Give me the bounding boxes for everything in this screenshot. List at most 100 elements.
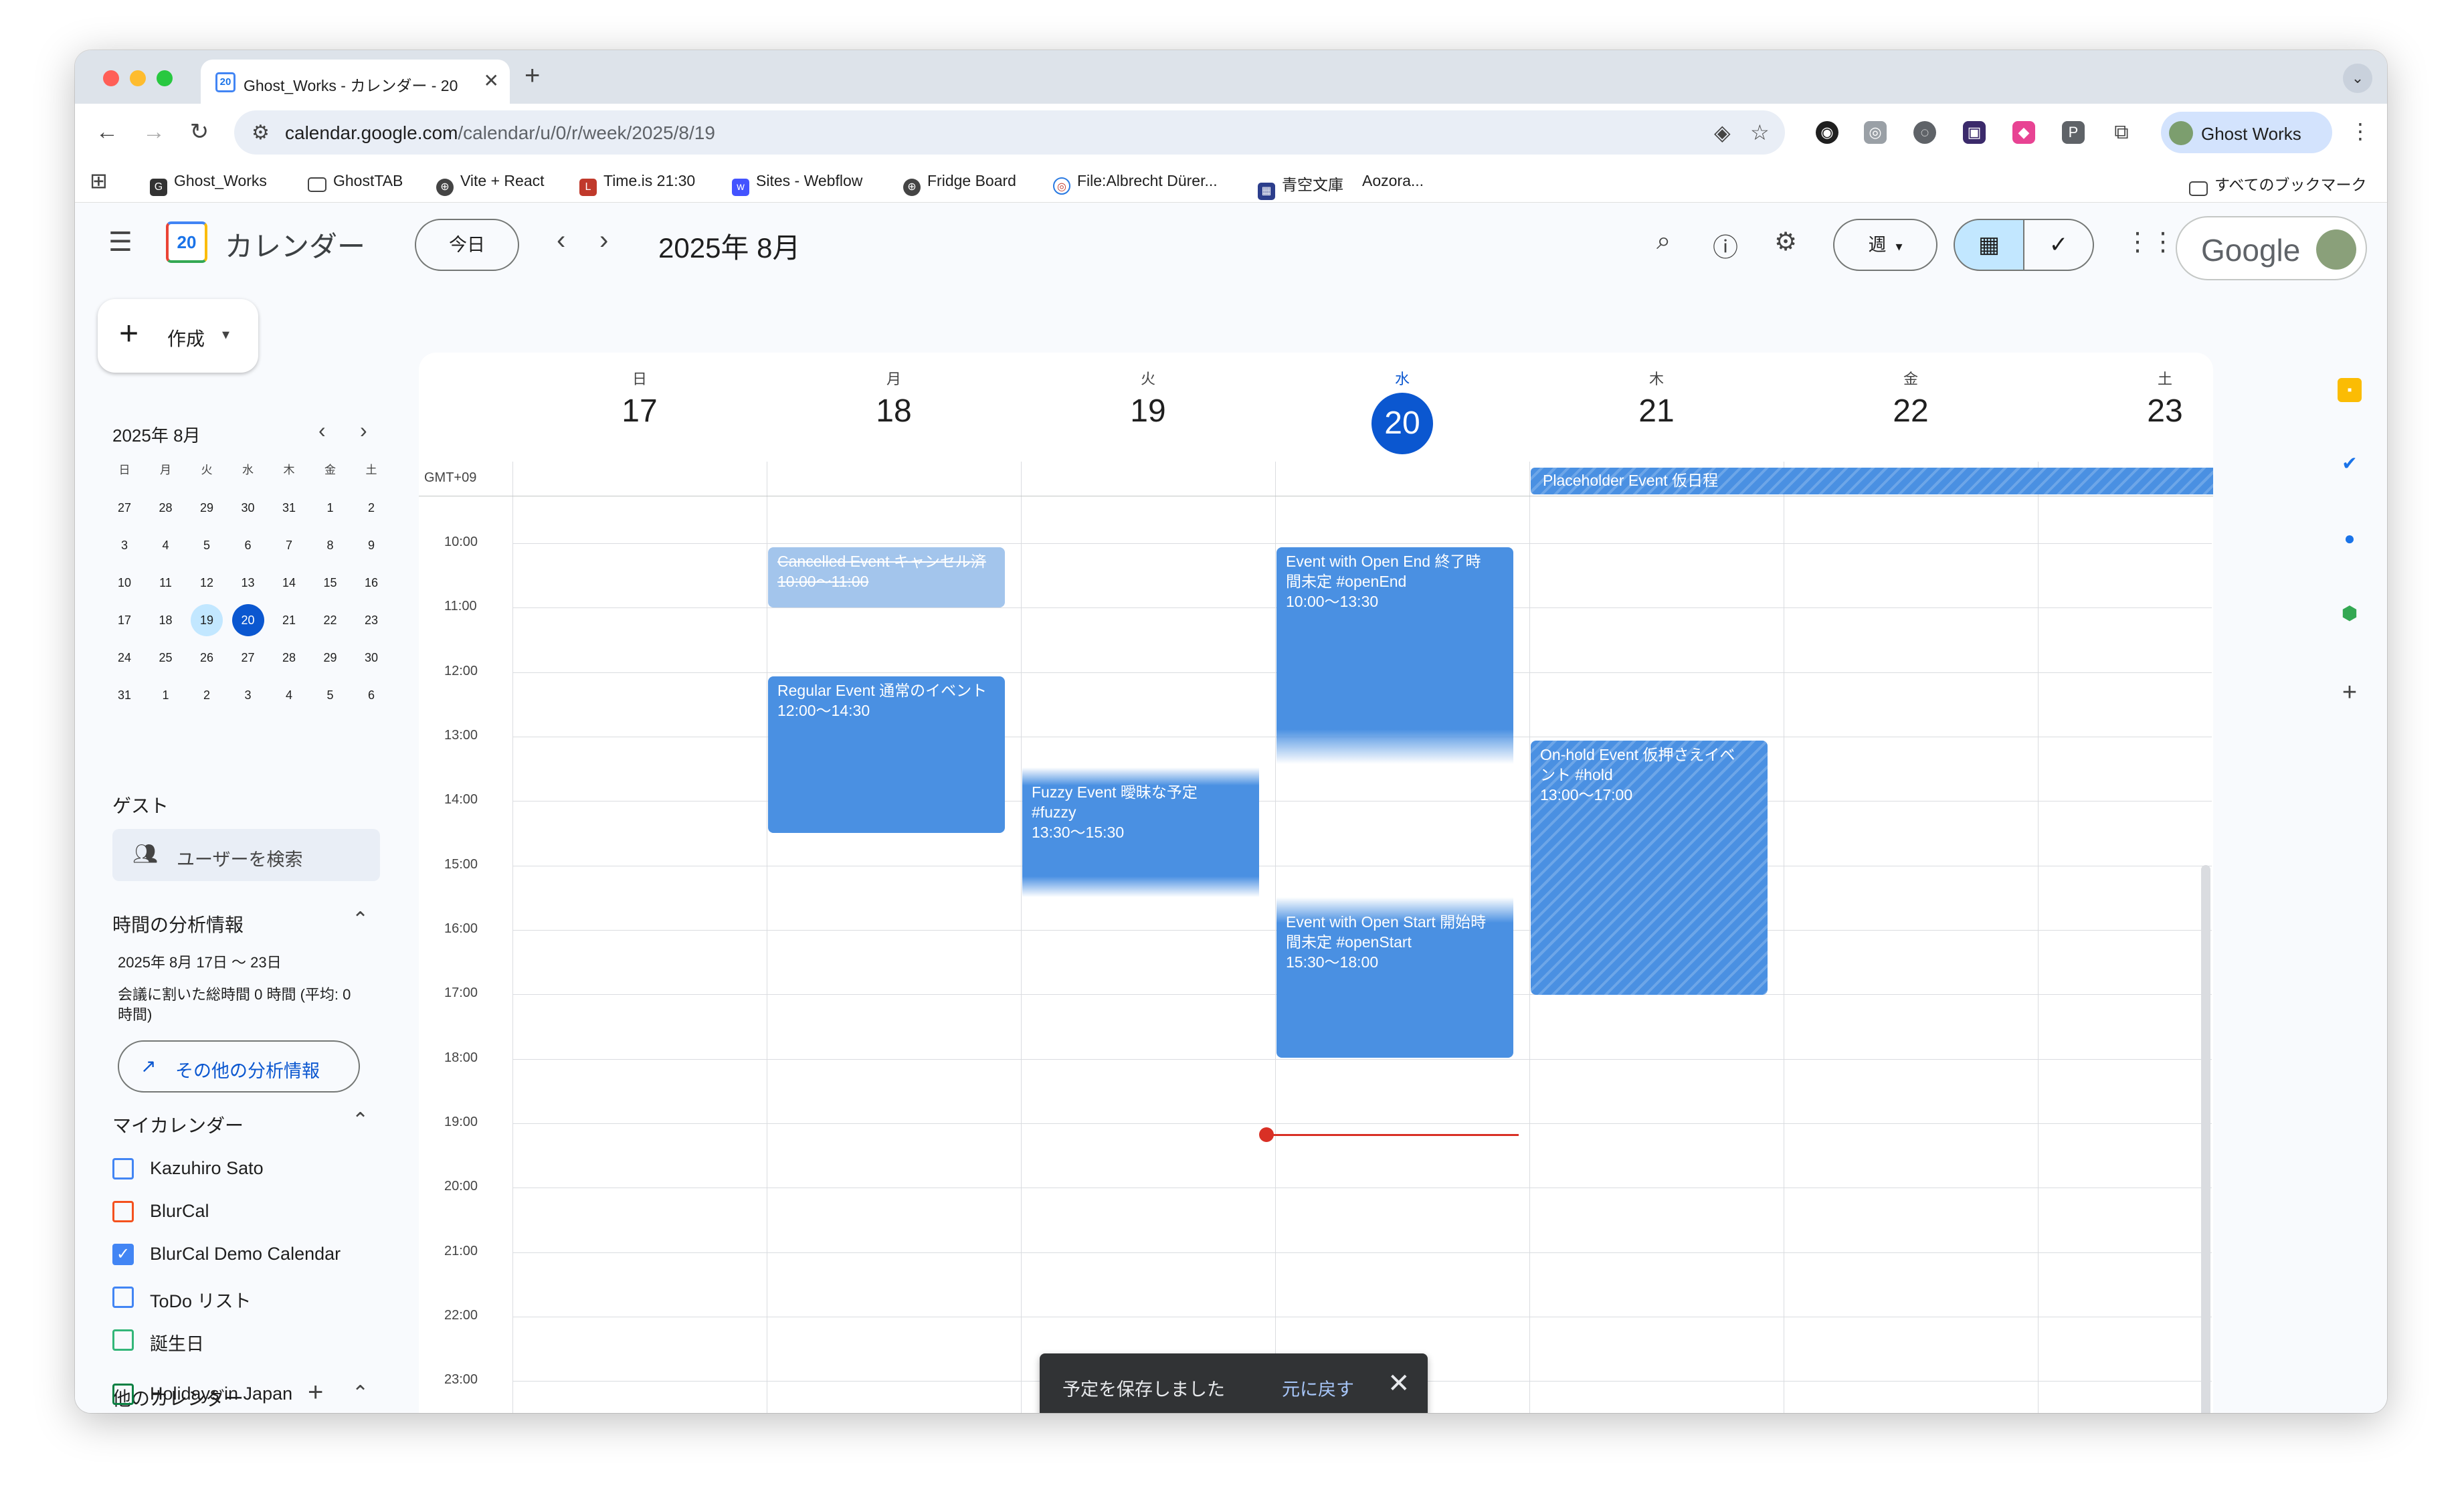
mini-day[interactable]: 30 xyxy=(232,492,264,524)
mini-day[interactable]: 22 xyxy=(314,604,347,636)
mini-day[interactable]: 12 xyxy=(191,567,223,599)
mini-day[interactable]: 1 xyxy=(150,679,182,711)
snackbar-undo-button[interactable]: 元に戻す xyxy=(1282,1375,1354,1401)
cancelled-event[interactable]: Cancelled Event キャンセル済 10:00～11:00 xyxy=(768,547,1005,607)
mini-day[interactable]: 2 xyxy=(191,679,223,711)
mini-day[interactable]: 3 xyxy=(232,679,264,711)
open-end-event[interactable]: Event with Open End 終了時 間未定 #openEnd 10:… xyxy=(1276,547,1513,764)
bookmark-aozora-bunko[interactable]: ▦ 青空文庫 xyxy=(1258,172,1343,200)
mini-day[interactable]: 31 xyxy=(108,679,140,711)
lens-icon[interactable]: ◈ xyxy=(1714,120,1731,145)
mini-day[interactable]: 14 xyxy=(273,567,305,599)
next-week-icon[interactable]: › xyxy=(599,225,608,256)
account-chip[interactable]: Google xyxy=(2176,216,2367,280)
create-button[interactable]: + 作成 ▾ xyxy=(98,299,258,373)
mini-day[interactable]: 5 xyxy=(191,529,223,561)
on-hold-event[interactable]: On-hold Event 仮押さえイベ ント #hold 13:00～17:0… xyxy=(1531,741,1768,995)
mini-day[interactable]: 27 xyxy=(232,642,264,674)
guest-search-input[interactable]: 👥︎ ユーザーを検索 xyxy=(112,829,380,881)
mini-day[interactable]: 17 xyxy=(108,604,140,636)
mini-day[interactable]: 24 xyxy=(108,642,140,674)
calendar-checkbox[interactable] xyxy=(112,1287,134,1308)
forward-icon[interactable]: → xyxy=(136,114,171,149)
tasks-view-toggle-icon[interactable]: ✓ xyxy=(2023,219,2094,271)
mini-day[interactable]: 3 xyxy=(108,529,140,561)
fuzzy-event[interactable]: Fuzzy Event 曖昧な予定 #fuzzy 13:30～15:30 xyxy=(1022,767,1259,897)
address-bar[interactable]: ⚙ calendar.google.com/calendar/u/0/r/wee… xyxy=(234,110,1785,155)
back-icon[interactable]: ← xyxy=(90,114,124,149)
collapse-other-calendars-icon[interactable]: ⌃ xyxy=(352,1382,369,1405)
mini-day-today[interactable]: 20 xyxy=(231,604,264,636)
collapse-my-calendars-icon[interactable]: ⌃ xyxy=(352,1109,369,1132)
bookmark-fridge-board[interactable]: ⊕ Fridge Board xyxy=(903,172,1016,196)
mini-day[interactable]: 16 xyxy=(355,567,387,599)
mini-day[interactable]: 1 xyxy=(314,492,347,524)
day-number[interactable]: 17 xyxy=(512,393,767,430)
bookmark-time-is[interactable]: L Time.is 21:30 xyxy=(579,172,695,196)
url-text[interactable]: calendar.google.com/calendar/u/0/r/week/… xyxy=(285,122,715,144)
mini-day[interactable]: 29 xyxy=(314,642,347,674)
mini-day[interactable]: 7 xyxy=(273,529,305,561)
apps-grid-icon[interactable]: ⊞ xyxy=(90,168,108,193)
mini-day[interactable]: 21 xyxy=(273,604,305,636)
mini-day-selected[interactable]: 19 xyxy=(191,604,223,636)
mini-day[interactable]: 18 xyxy=(150,604,182,636)
extensions-puzzle-icon[interactable]: ⧉ xyxy=(2110,121,2133,144)
mini-day[interactable]: 9 xyxy=(355,529,387,561)
mini-day[interactable]: 15 xyxy=(314,567,347,599)
collapse-analytics-icon[interactable]: ⌃ xyxy=(352,908,369,931)
mini-day[interactable]: 10 xyxy=(108,567,140,599)
ghost-extension-icon[interactable]: ◉ xyxy=(1816,121,1838,144)
mini-day[interactable]: 29 xyxy=(191,492,223,524)
account-avatar[interactable] xyxy=(2316,229,2356,270)
mini-day[interactable]: 6 xyxy=(355,679,387,711)
profile-chip[interactable]: Ghost Works xyxy=(2161,112,2332,153)
search-icon[interactable]: ⌕ xyxy=(1656,227,1671,256)
minimize-window-button[interactable] xyxy=(130,70,146,86)
mini-day[interactable]: 2 xyxy=(355,492,387,524)
day-number[interactable]: 21 xyxy=(1529,393,1784,430)
mini-day[interactable]: 31 xyxy=(273,492,305,524)
mini-day[interactable]: 4 xyxy=(150,529,182,561)
bookmark-ghosttab[interactable]: GhostTAB xyxy=(308,172,403,192)
mini-day[interactable]: 6 xyxy=(232,529,264,561)
calendar-checkbox[interactable] xyxy=(112,1201,134,1222)
mini-day[interactable]: 11 xyxy=(150,567,182,599)
maps-icon[interactable]: ⬢ xyxy=(2338,601,2362,626)
mini-day[interactable]: 25 xyxy=(150,642,182,674)
site-settings-icon[interactable]: ⚙ xyxy=(252,121,270,145)
tasks-icon[interactable]: ✔ xyxy=(2338,452,2362,476)
tab-close-icon[interactable]: ✕ xyxy=(484,69,499,93)
portrait-extension-icon[interactable]: ▣ xyxy=(1963,121,1986,144)
new-tab-icon[interactable]: + xyxy=(525,61,540,91)
add-other-calendar-icon[interactable]: + xyxy=(308,1378,323,1408)
calendar-checkbox[interactable] xyxy=(112,1158,134,1179)
view-selector[interactable]: 週 ▾ xyxy=(1833,219,1937,271)
calendar-checkbox-checked[interactable]: ✓ xyxy=(112,1244,134,1265)
calendar-checkbox[interactable] xyxy=(112,1384,134,1405)
day-number[interactable]: 23 xyxy=(2038,393,2213,430)
calendar-checkbox[interactable] xyxy=(112,1329,134,1351)
more-analytics-button[interactable]: ↗ その他の分析情報 xyxy=(118,1040,360,1093)
all-bookmarks[interactable]: すべてのブックマーク xyxy=(2189,172,2366,196)
google-apps-icon[interactable]: ⋮⋮ xyxy=(2125,227,2176,257)
reload-icon[interactable]: ↻ xyxy=(182,114,217,149)
tab-search-chevron-icon[interactable]: ⌄ xyxy=(2343,64,2372,93)
bookmark-webflow[interactable]: w Sites - Webflow xyxy=(732,172,862,196)
mini-day[interactable]: 5 xyxy=(314,679,347,711)
mini-day[interactable]: 4 xyxy=(273,679,305,711)
bookmark-vite-react[interactable]: ⊕ Vite + React xyxy=(436,172,545,196)
camera-extension-icon[interactable]: ◎ xyxy=(1864,121,1887,144)
browser-tab[interactable]: 20 Ghost_Works - カレンダー - 2025 ✕ xyxy=(201,60,510,104)
bookmark-albrecht-durer[interactable]: ◎ File:Albrecht Dürer... xyxy=(1053,172,1218,195)
close-window-button[interactable] xyxy=(103,70,119,86)
previous-week-icon[interactable]: ‹ xyxy=(557,225,565,256)
mini-prev-month-icon[interactable]: ‹ xyxy=(318,418,326,443)
settings-gear-icon[interactable]: ⚙ xyxy=(1774,227,1797,257)
regular-event[interactable]: Regular Event 通常のイベント 12:00～14:30 xyxy=(768,676,1005,833)
mini-day[interactable]: 13 xyxy=(232,567,264,599)
browser-menu-icon[interactable]: ⋮ xyxy=(2350,118,2371,144)
pink-extension-icon[interactable]: ◆ xyxy=(2012,121,2035,144)
bookmark-ghost-works[interactable]: G Ghost_Works xyxy=(150,172,267,196)
bookmark-star-icon[interactable]: ☆ xyxy=(1750,120,1770,145)
